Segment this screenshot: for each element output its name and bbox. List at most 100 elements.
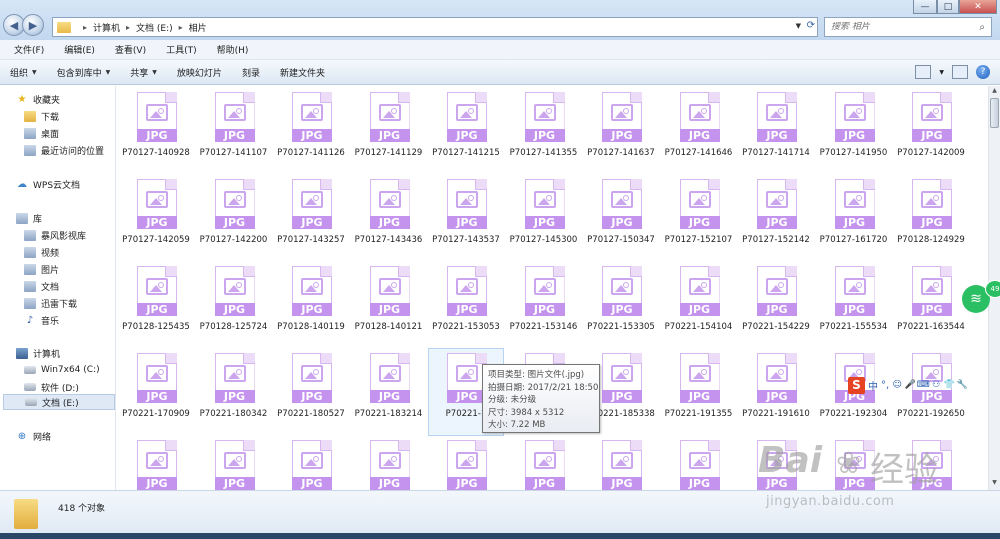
file-tile[interactable]: JPG P70221-153146 <box>507 262 581 348</box>
menu-help[interactable]: 帮助(H) <box>211 43 255 56</box>
nav-xunlei[interactable]: 迅雷下载 <box>24 295 77 311</box>
file-tile[interactable]: JPG P70128-140119 <box>274 262 348 348</box>
breadcrumb-computer[interactable]: 计算机 <box>93 21 120 34</box>
menu-file[interactable]: 文件(F) <box>8 43 50 56</box>
user-icon[interactable]: ⚇ <box>931 380 941 390</box>
menu-view[interactable]: 查看(V) <box>109 43 152 56</box>
file-tile[interactable]: JPG P70127-141646 <box>662 88 736 174</box>
nav-drive-d[interactable]: 软件 (D:) <box>24 379 79 395</box>
file-tile[interactable]: JPG P70221-191610 <box>739 349 813 435</box>
file-tile[interactable]: JPG P70127-141950 <box>817 88 891 174</box>
maximize-button[interactable]: □ <box>937 0 959 14</box>
file-tile[interactable]: JPG <box>352 436 426 490</box>
file-tile[interactable]: JPG P70221-180342 <box>197 349 271 435</box>
view-options-icon[interactable] <box>915 65 932 79</box>
file-tile[interactable]: JPG <box>429 436 503 490</box>
nav-recent[interactable]: 最近访问的位置 <box>24 142 104 158</box>
file-tile[interactable]: JPG P70128-125724 <box>197 262 271 348</box>
file-tile[interactable]: JPG P70127-152107 <box>662 175 736 261</box>
file-tile[interactable]: JPG <box>197 436 271 490</box>
microphone-icon[interactable]: 🎤 <box>905 380 916 390</box>
keyboard-icon[interactable]: ⌨ <box>917 380 930 390</box>
ime-mode-chinese[interactable]: 中 <box>868 378 878 393</box>
organize-button[interactable]: 组织 ▼ <box>0 66 47 79</box>
file-tile[interactable]: JPG P70221-180527 <box>274 349 348 435</box>
file-tile[interactable]: JPG P70127-141714 <box>739 88 813 174</box>
file-tile[interactable]: JPG P70127-141215 <box>429 88 503 174</box>
nav-pictures[interactable]: 图片 <box>24 261 59 277</box>
file-tile[interactable]: JPG <box>507 436 581 490</box>
menu-tools[interactable]: 工具(T) <box>160 43 203 56</box>
file-tile[interactable]: JPG P70127-150347 <box>584 175 658 261</box>
nav-music[interactable]: ♪ 音乐 <box>24 312 59 328</box>
address-box[interactable]: ▸ 计算机 ▸ 文档 (E:) ▸ 相片 ▼ ⟳ <box>52 17 818 37</box>
nav-computer[interactable]: 计算机 <box>16 345 60 361</box>
file-tile[interactable]: JPG <box>662 436 736 490</box>
file-tile[interactable]: JPG P70127-141107 <box>197 88 271 174</box>
file-tile[interactable]: JPG P70128-124929 <box>894 175 968 261</box>
search-input[interactable] <box>831 22 961 32</box>
nav-documents[interactable]: 文档 <box>24 278 59 294</box>
scroll-down-icon[interactable]: ▼ <box>990 479 999 488</box>
file-tile[interactable]: JPG P70127-145300 <box>507 175 581 261</box>
file-tile[interactable]: JPG P70127-161720 <box>817 175 891 261</box>
wifi-widget[interactable]: ≋ 49 <box>957 280 1000 316</box>
file-tile[interactable]: JPG P70127-143257 <box>274 175 348 261</box>
file-tile[interactable]: JPG P70221-153053 <box>429 262 503 348</box>
file-tile[interactable]: JPG P70127-143537 <box>429 175 503 261</box>
file-tile[interactable]: JPG P70128-140121 <box>352 262 426 348</box>
file-tile[interactable]: JPG P70127-141637 <box>584 88 658 174</box>
emoji-icon[interactable]: ☺ <box>892 380 902 390</box>
file-tile[interactable]: JPG P70127-141129 <box>352 88 426 174</box>
file-tile[interactable]: JPG P70221-155534 <box>817 262 891 348</box>
nav-drive-c[interactable]: Win7x64 (C:) <box>24 362 100 378</box>
nav-downloads[interactable]: 下载 <box>24 108 59 124</box>
nav-wps-cloud[interactable]: ☁ WPS云文档 <box>16 176 80 192</box>
nav-desktop[interactable]: 桌面 <box>24 125 59 141</box>
file-tile[interactable]: JPG P70221-170909 <box>119 349 193 435</box>
file-tile[interactable]: JPG P70127-142059 <box>119 175 193 261</box>
burn-button[interactable]: 刻录 <box>232 66 270 79</box>
file-tile[interactable]: JPG P70221-153305 <box>584 262 658 348</box>
breadcrumb-photos[interactable]: 相片 <box>189 21 207 34</box>
breadcrumb-drive-e[interactable]: 文档 (E:) <box>136 21 173 34</box>
scroll-up-icon[interactable]: ▲ <box>990 87 999 96</box>
search-icon[interactable]: ⌕ <box>979 22 985 33</box>
address-dropdown-icon[interactable]: ▼ <box>796 22 801 30</box>
file-tile[interactable]: JPG <box>274 436 348 490</box>
nav-drive-e[interactable]: 文档 (E:) <box>3 394 115 410</box>
file-tile[interactable]: JPG P70127-143436 <box>352 175 426 261</box>
file-tile[interactable]: JPG P70221-154229 <box>739 262 813 348</box>
file-tile[interactable]: JPG P70221-183214 <box>352 349 426 435</box>
minimize-button[interactable]: — <box>913 0 937 14</box>
file-tile[interactable]: JPG P70128-125435 <box>119 262 193 348</box>
nav-favorites[interactable]: ★ 收藏夹 <box>16 91 61 107</box>
search-box[interactable]: ⌕ <box>824 17 992 37</box>
file-tile[interactable]: JPG P70221-154104 <box>662 262 736 348</box>
new-folder-button[interactable]: 新建文件夹 <box>270 66 335 79</box>
refresh-icon[interactable]: ⟳ <box>807 20 815 31</box>
close-button[interactable]: ✕ <box>959 0 997 14</box>
menu-edit[interactable]: 编辑(E) <box>58 43 101 56</box>
skin-shirt-icon[interactable]: 👕 <box>944 380 955 390</box>
file-tile[interactable]: JPG P70127-141126 <box>274 88 348 174</box>
scroll-thumb[interactable] <box>990 98 999 128</box>
nav-network[interactable]: ⊕ 网络 <box>16 428 51 444</box>
file-tile[interactable]: JPG P70127-152142 <box>739 175 813 261</box>
share-button[interactable]: 共享 ▼ <box>120 66 167 79</box>
wrench-icon[interactable]: 🔧 <box>957 380 968 390</box>
forward-button[interactable]: ▶ <box>22 14 44 36</box>
nav-videos[interactable]: 视频 <box>24 244 59 260</box>
file-tile[interactable]: JPG <box>119 436 193 490</box>
view-dropdown-icon[interactable]: ▼ <box>939 69 944 76</box>
include-in-library-button[interactable]: 包含到库中 ▼ <box>47 66 121 79</box>
preview-pane-icon[interactable] <box>952 65 968 79</box>
file-tile[interactable]: JPG P70127-142200 <box>197 175 271 261</box>
slideshow-button[interactable]: 放映幻灯片 <box>167 66 232 79</box>
ime-toolbar[interactable]: S 中 °, ☺ 🎤 ⌨ ⚇ 👕 🔧 <box>848 376 996 394</box>
ime-punctuation[interactable]: °, <box>881 380 889 391</box>
nav-libraries[interactable]: 库 <box>16 210 42 226</box>
help-icon[interactable]: ? <box>976 65 990 79</box>
file-tile[interactable]: JPG P70127-142009 <box>894 88 968 174</box>
file-tile[interactable]: JPG <box>584 436 658 490</box>
